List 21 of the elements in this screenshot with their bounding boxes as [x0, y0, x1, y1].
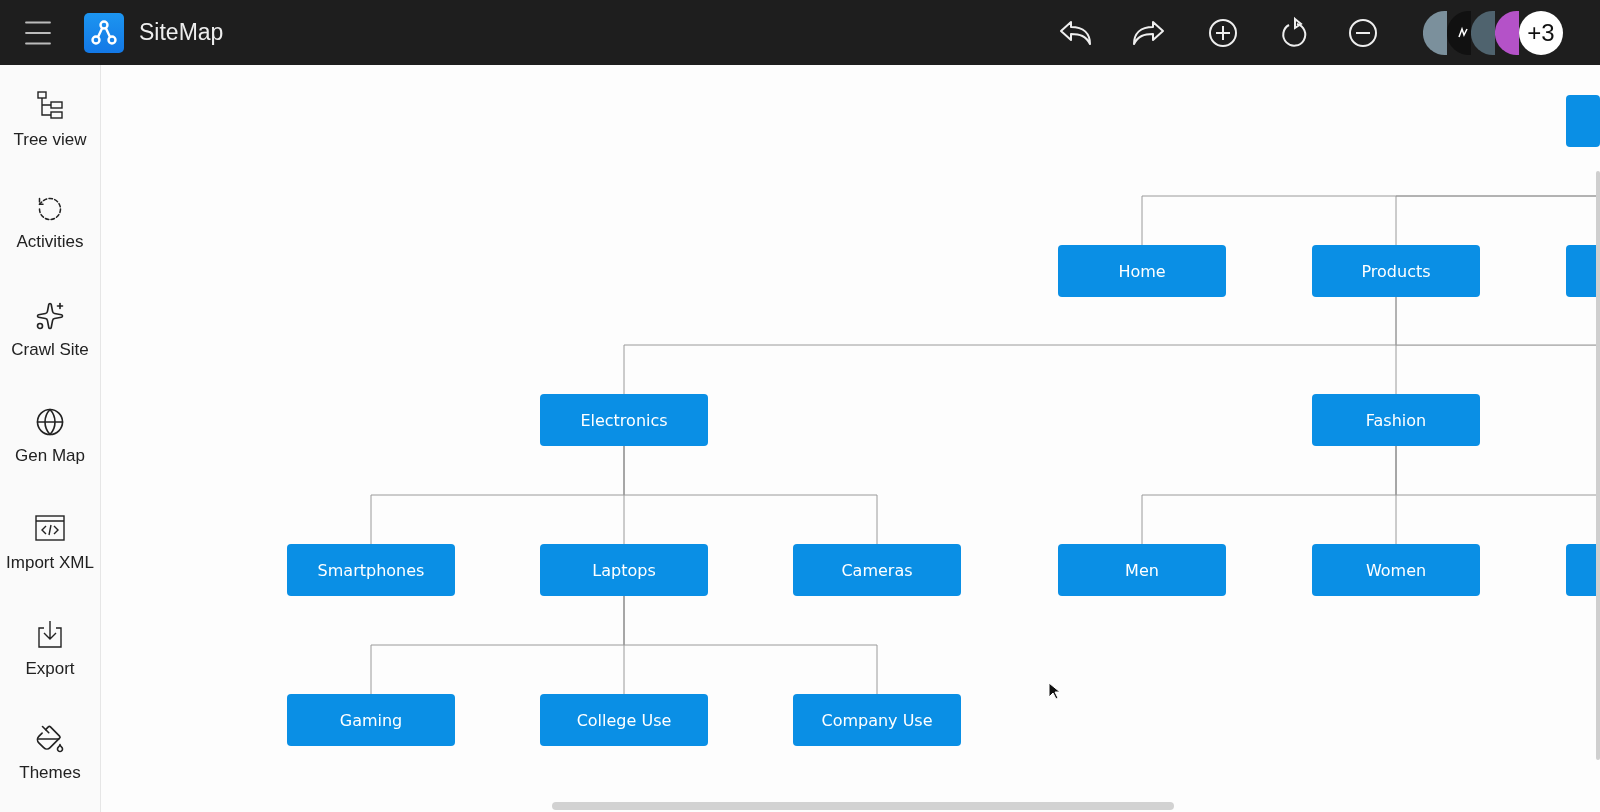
sitemap-node[interactable]: Company Use — [793, 694, 961, 746]
sitemap-node[interactable]: Smartphones — [287, 544, 455, 596]
sidebar-item[interactable]: Activities — [0, 190, 100, 283]
sitemap-node[interactable]: Gaming — [287, 694, 455, 746]
sidebar-item[interactable]: Export — [0, 614, 100, 707]
sitemap-node[interactable]: Cameras — [793, 544, 961, 596]
sidebar-item[interactable]: Themes — [0, 720, 100, 812]
sitemap-node[interactable]: Products — [1312, 245, 1480, 297]
sitemap-node[interactable]: College Use — [540, 694, 708, 746]
sidebar-item[interactable]: Import XML — [0, 508, 100, 601]
sidebar-item[interactable]: Gen Map — [0, 402, 100, 495]
sitemap-node[interactable]: Electronics — [540, 394, 708, 446]
avatar[interactable]: +3 — [1519, 10, 1563, 55]
sitemap-node[interactable]: Fashion — [1312, 394, 1480, 446]
sitemap-node[interactable]: Women — [1312, 544, 1480, 596]
sitemap-node[interactable]: Laptops — [540, 544, 708, 596]
sidebar-item[interactable]: Tree view — [0, 85, 100, 177]
app-title: SiteMap — [139, 19, 224, 46]
sidebar-item[interactable]: Crawl Site — [0, 296, 100, 389]
sitemap-node[interactable]: Home — [1058, 245, 1226, 297]
sitemap-node[interactable]: Men — [1058, 544, 1226, 596]
